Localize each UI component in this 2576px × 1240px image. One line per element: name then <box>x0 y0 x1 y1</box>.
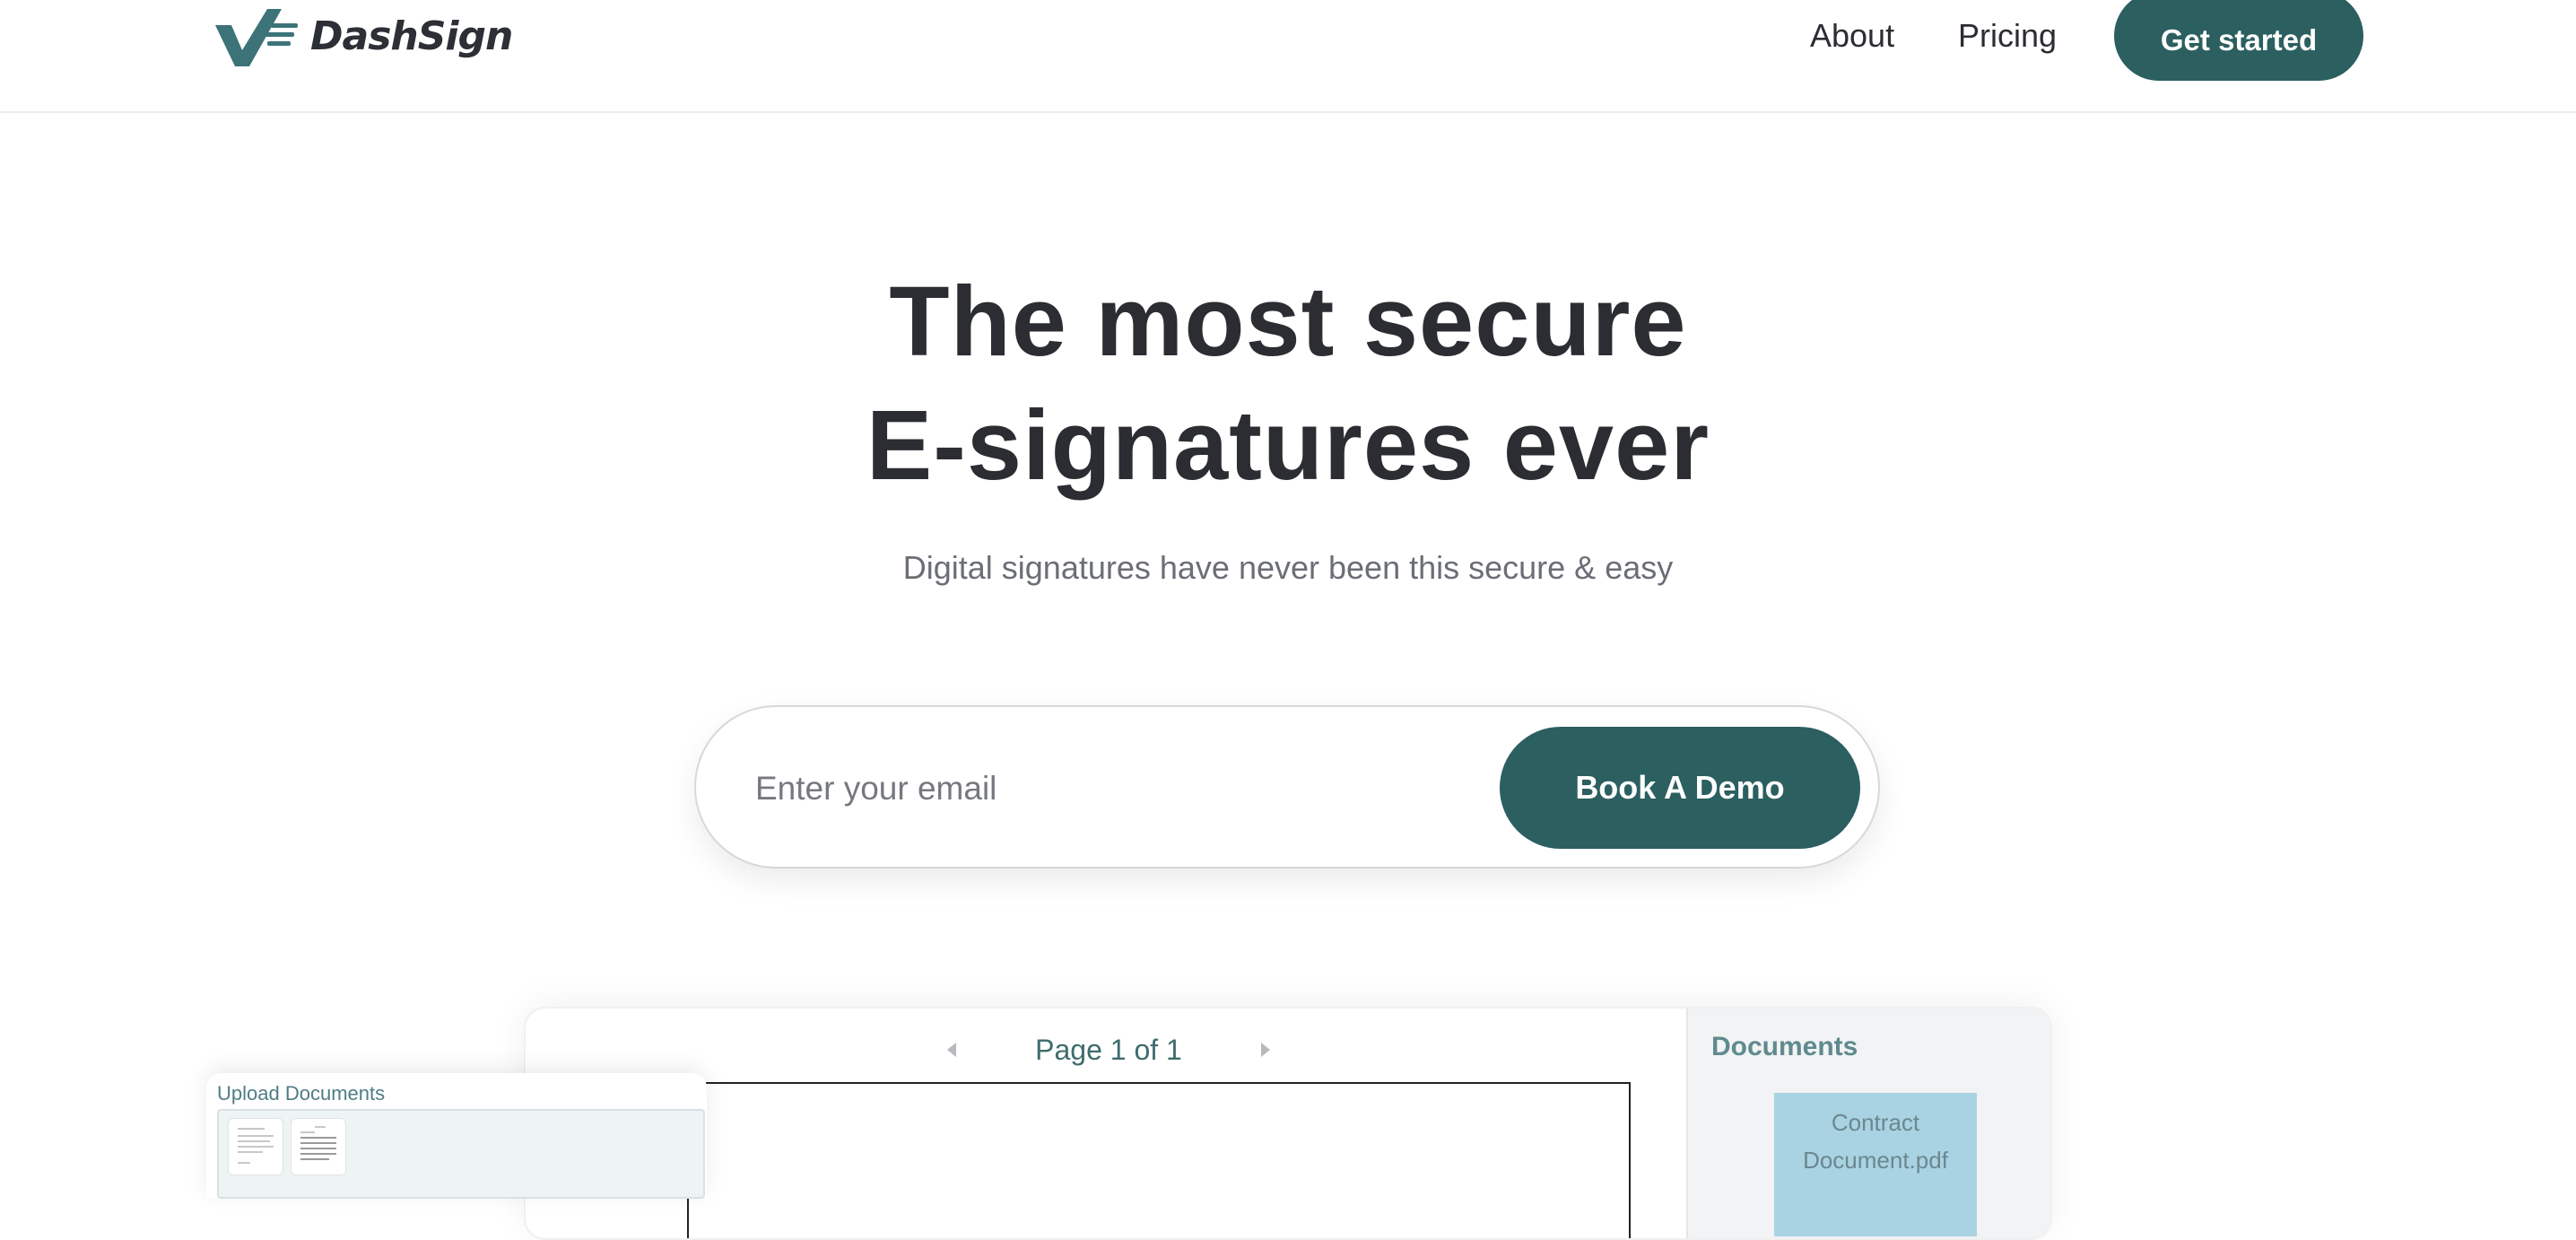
brand-logo[interactable]: DashSign <box>215 4 513 68</box>
documents-panel: Documents Contract Document.pdf <box>1686 1009 2050 1238</box>
email-input[interactable] <box>753 743 1439 834</box>
prev-page-icon[interactable] <box>947 1043 956 1057</box>
page-indicator: Page 1 of 1 <box>1035 1033 1182 1066</box>
nav-link-about[interactable]: About <box>1810 0 1894 72</box>
upload-documents-card: Upload Documents <box>206 1073 707 1199</box>
brand-name: DashSign <box>310 13 513 59</box>
hero-headline-line-1: The most secure <box>889 266 1687 377</box>
get-started-button[interactable]: Get started <box>2114 0 2363 81</box>
documents-panel-title: Documents <box>1711 1032 1858 1061</box>
next-page-icon[interactable] <box>1261 1043 1270 1057</box>
book-demo-button[interactable]: Book A Demo <box>1500 727 1860 849</box>
app-preview-window: Page 1 of 1 Documents Contract Document.… <box>524 1007 2052 1240</box>
page-pager: Page 1 of 1 <box>947 1032 1270 1068</box>
upload-documents-title: Upload Documents <box>217 1082 386 1105</box>
document-thumbnail[interactable] <box>228 1118 283 1175</box>
site-header: DashSign About Pricing Get started <box>0 0 2576 113</box>
document-card[interactable]: Contract Document.pdf <box>1774 1093 1977 1236</box>
document-thumbnail[interactable] <box>291 1118 346 1175</box>
checkmark-dash-logo-icon <box>215 9 298 66</box>
hero-headline: The most secure E-signatures ever <box>0 260 2576 508</box>
document-canvas[interactable] <box>687 1082 1631 1238</box>
hero-subheadline: Digital signatures have never been this … <box>902 549 1674 586</box>
email-signup-form: Book A Demo <box>694 705 1880 869</box>
hero-headline-line-2: E-signatures ever <box>866 390 1710 501</box>
upload-dropzone[interactable] <box>217 1109 705 1199</box>
nav-link-pricing[interactable]: Pricing <box>1958 0 2057 72</box>
